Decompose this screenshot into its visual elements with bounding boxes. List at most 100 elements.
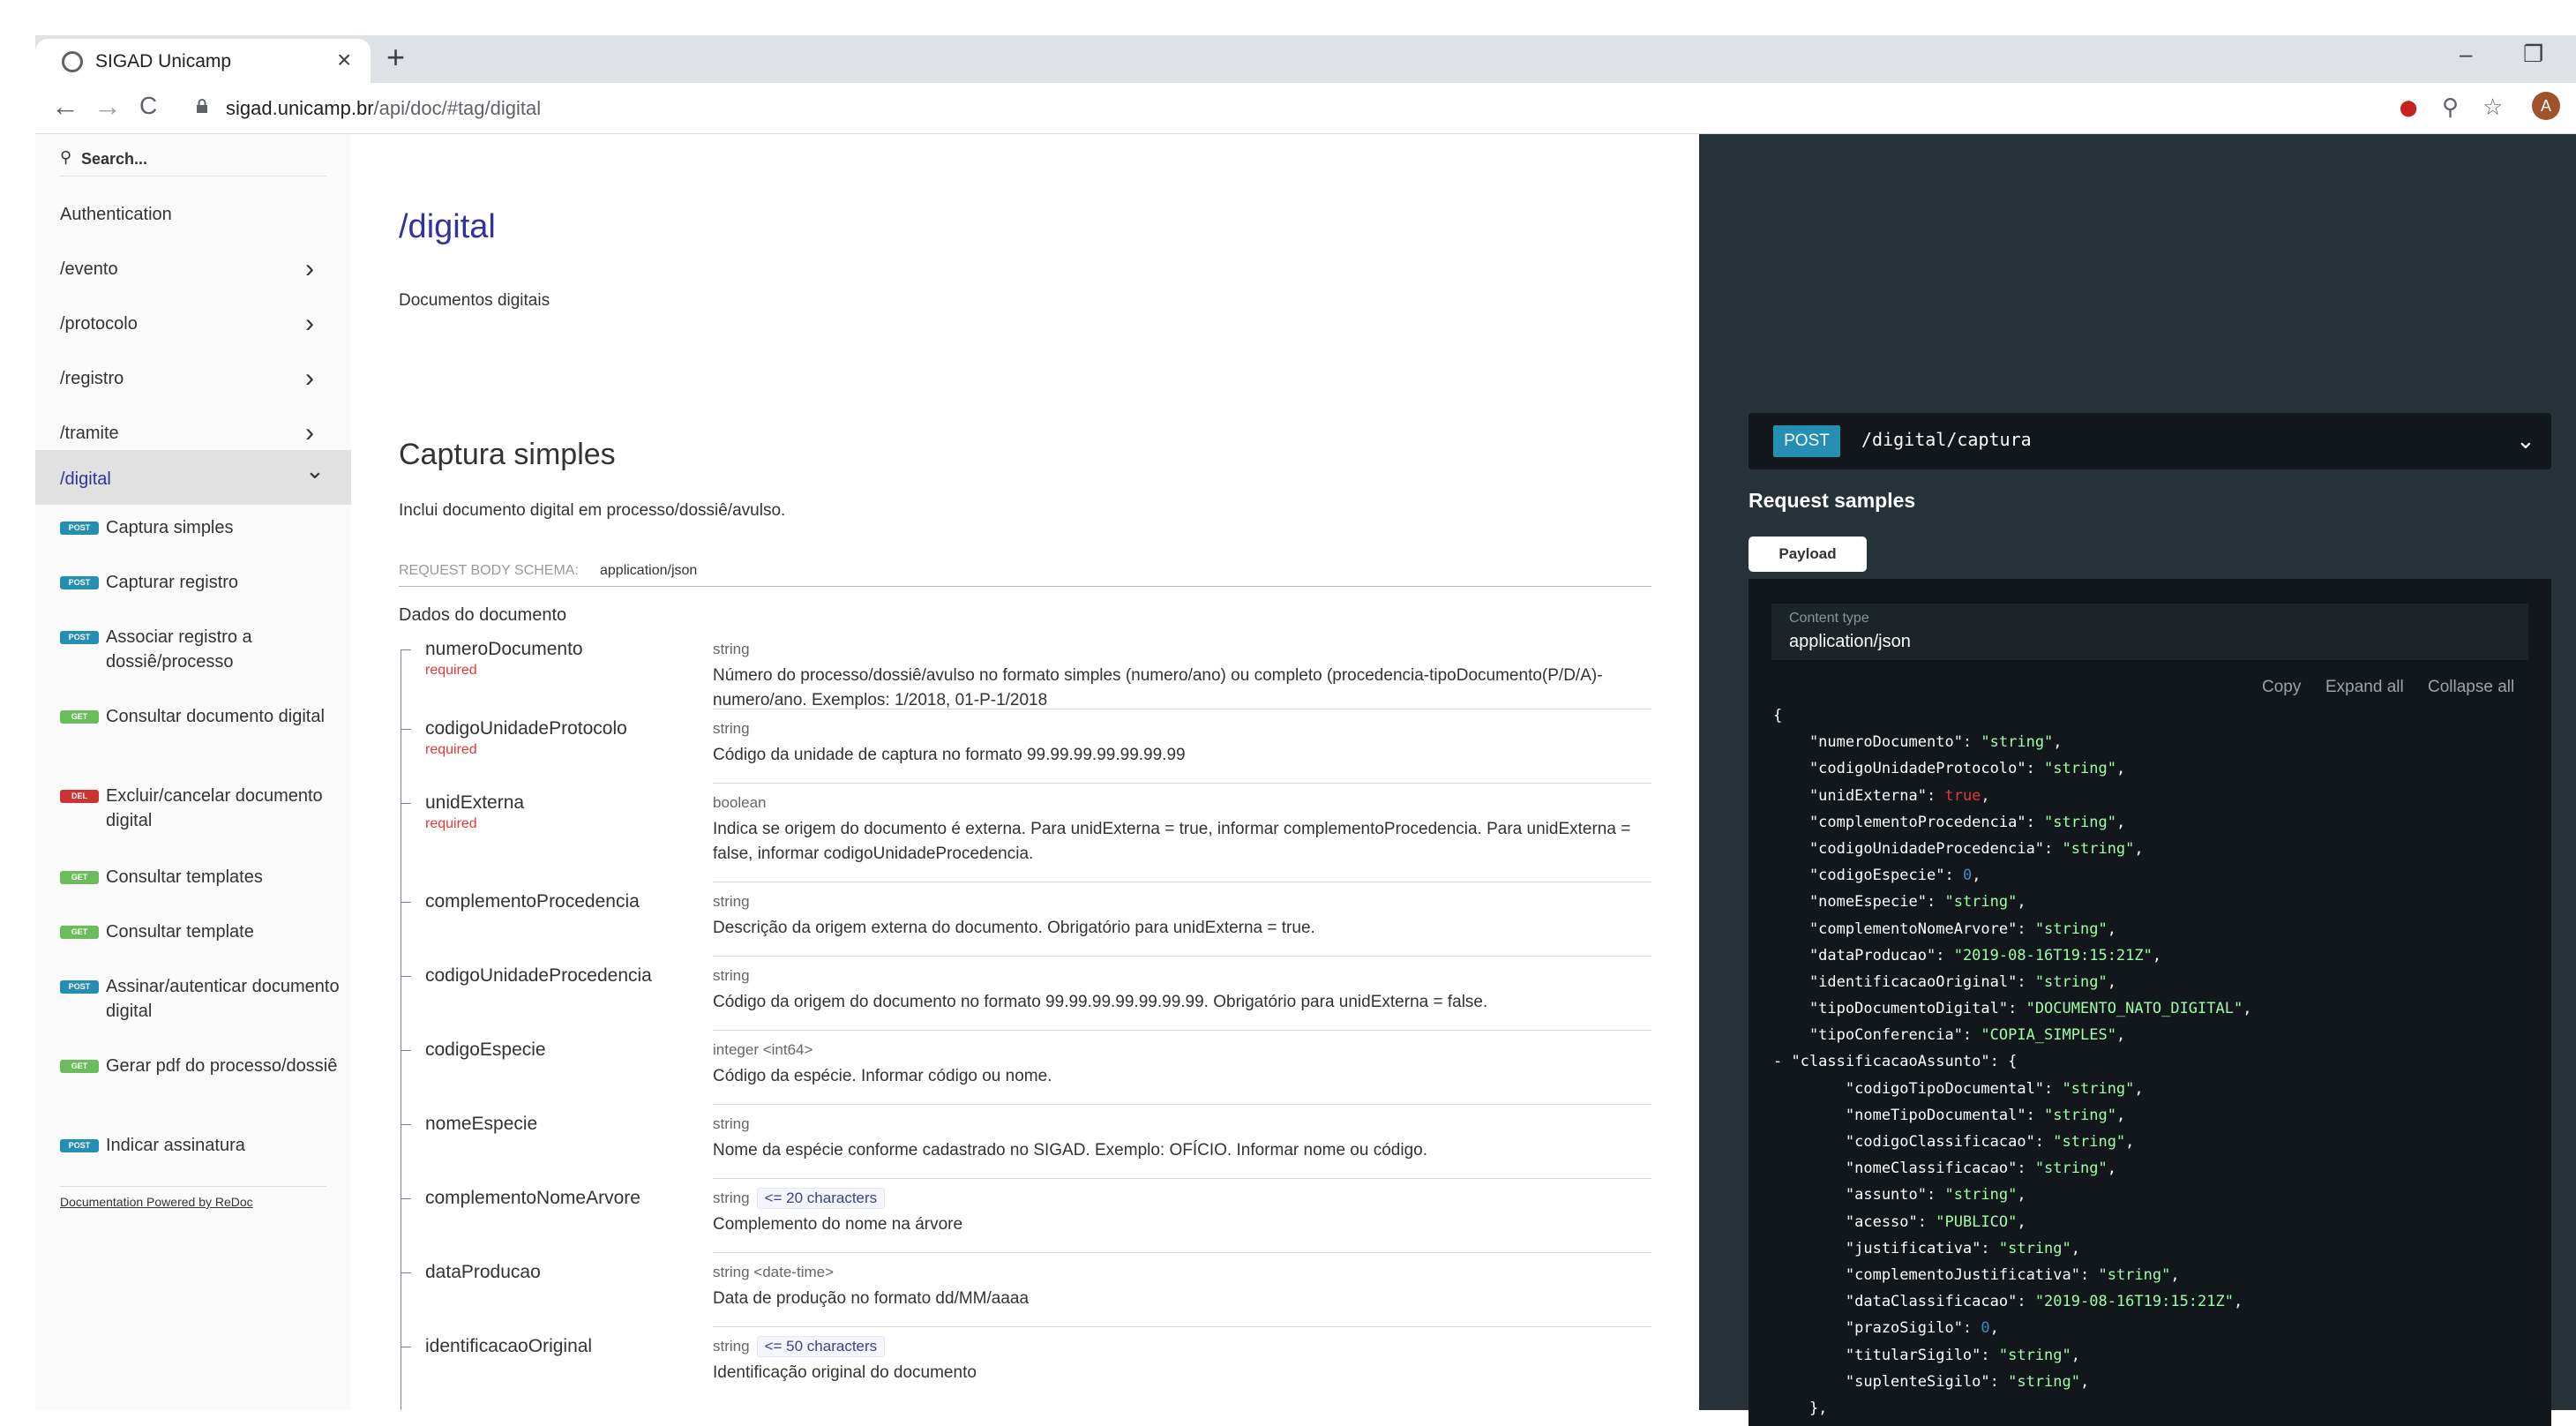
search-icon: ⚲ — [60, 148, 72, 166]
code-line: "assunto": "string", — [1773, 1182, 2532, 1208]
code-value: "string" — [2044, 760, 2116, 778]
sidebar-op-consultar-template[interactable]: GET Consultar template — [35, 918, 351, 967]
field-description: Indica se origem do documento é externa.… — [713, 820, 1631, 863]
field-description: Nome da espécie conforme cadastrado no S… — [713, 1141, 1427, 1160]
code-line: { — [1773, 702, 2532, 729]
tree-connector — [399, 1179, 413, 1253]
extension-icon[interactable]: ⬤ — [2400, 99, 2417, 117]
field-description: Número do processo/dossiê/avulso no form… — [713, 666, 1603, 709]
minimize-button[interactable]: – — [2460, 41, 2472, 68]
sidebar-item-evento[interactable]: /evento › — [35, 242, 351, 296]
code-punct: , — [2134, 839, 2144, 858]
section-description: Documentos digitais — [399, 291, 550, 310]
sidebar-op-label: Gerar pdf do processo/dossiê — [106, 1056, 338, 1076]
post-badge: POST — [60, 980, 99, 994]
code-value: "COPIA_SIMPLES" — [1981, 1026, 2116, 1045]
sidebar-op-associar-registro[interactable]: POST Associar registro a dossiê/processo — [35, 623, 351, 697]
expand-all-button[interactable]: Expand all — [2325, 678, 2404, 697]
code-value: "string" — [2008, 1372, 2080, 1391]
search-input[interactable]: ⚲ Search... — [60, 141, 326, 176]
sidebar-op-label: Assinar/autenticar documento digital — [106, 977, 340, 1021]
code-value: "string" — [2034, 972, 2108, 991]
field-row: unidExterna required boolean Indica se o… — [399, 784, 1651, 882]
avatar[interactable]: A — [2532, 92, 2560, 120]
sidebar-item-digital[interactable]: /digital ⌄ — [35, 450, 351, 505]
code-key: "identificacaoOriginal": — [1773, 972, 2035, 991]
sidebar-op-consultar-templates[interactable]: GET Consultar templates — [35, 863, 351, 912]
sidebar-item-label: Authentication — [60, 205, 172, 224]
post-badge: POST — [1773, 425, 1840, 457]
code-punct: , — [1981, 786, 1990, 805]
field-description: Descrição da origem externa do documento… — [713, 919, 1315, 937]
field-row: dataProducao string <date-time> Data de … — [399, 1253, 1651, 1327]
constraint-badge: <= 50 characters — [756, 1336, 886, 1357]
browser-tab[interactable]: SIGAD Unicamp × — [35, 39, 371, 83]
content-type-box: Content type application/json — [1771, 604, 2528, 660]
code-key: "complementoNomeArvore": — [1773, 919, 2035, 938]
code-line: "codigoClassificacao": "string", — [1773, 1129, 2532, 1155]
sidebar-item-protocolo[interactable]: /protocolo › — [35, 296, 351, 351]
code-value: "string" — [1981, 733, 2054, 752]
code-punct: , — [2071, 1346, 2081, 1364]
code-line: "suplenteSigilo": "string", — [1773, 1369, 2532, 1395]
zoom-icon[interactable]: ⚲ — [2442, 94, 2459, 121]
code-line: }, — [1773, 1395, 2532, 1422]
code-line: "numeroDocumento": "string", — [1773, 729, 2532, 755]
close-tab-icon[interactable]: × — [337, 46, 351, 74]
post-badge: POST — [60, 631, 99, 644]
sidebar-item-registro[interactable]: /registro › — [35, 351, 351, 406]
tree-connector — [399, 1253, 413, 1327]
restore-button[interactable]: ❐ — [2523, 41, 2543, 68]
code-key: "justificativa": — [1773, 1239, 1999, 1257]
code-value: "string" — [1944, 1186, 2018, 1205]
code-value: "string" — [2034, 919, 2108, 938]
sidebar-op-capturar-registro[interactable]: POST Capturar registro — [35, 568, 351, 618]
copy-button[interactable]: Copy — [2262, 678, 2301, 697]
endpoint-toggle[interactable]: POST /digital/captura ⌄ — [1749, 413, 2551, 469]
code-key[interactable]: - "classificacaoAssunto": { — [1773, 1053, 2017, 1070]
powered-by-link[interactable]: Documentation Powered by ReDoc — [60, 1195, 253, 1209]
tree-connector — [399, 1327, 413, 1410]
field-name: unidExterna — [425, 792, 525, 813]
code-line: "codigoUnidadeProtocolo": "string", — [1773, 755, 2532, 782]
code-value: "string" — [2053, 1133, 2126, 1151]
field-type: integer <int64> — [713, 1041, 813, 1058]
sidebar-item-label: /digital — [60, 469, 111, 489]
sidebar-op-assinar-documento[interactable]: POST Assinar/autenticar documento digita… — [35, 972, 351, 1047]
star-icon[interactable]: ☆ — [2482, 94, 2503, 121]
field-name: numeroDocumento — [425, 639, 583, 659]
code-punct: , — [2071, 1239, 2081, 1257]
sidebar-op-indicar-assinatura[interactable]: POST Indicar assinatura — [35, 1131, 351, 1181]
payload-tab[interactable]: Payload — [1749, 537, 1867, 572]
code-key: "complementoProcedencia": — [1773, 813, 2045, 831]
field-row: identificacaoOriginal string <= 50 charac… — [399, 1327, 1651, 1410]
sidebar-op-excluir-documento[interactable]: DEL Excluir/cancelar documento digital — [35, 782, 351, 856]
sidebar-divider — [60, 1186, 326, 1187]
code-key: "codigoClassificacao": — [1773, 1133, 2054, 1151]
sidebar-op-captura-simples[interactable]: POST Captura simples — [35, 514, 351, 563]
code-punct: , — [2115, 1026, 2126, 1045]
code-line: "nomeTipoDocumental": "string", — [1773, 1102, 2532, 1129]
field-type: string <date-time> — [713, 1264, 835, 1280]
code-line: "nomeEspecie": "string", — [1773, 889, 2532, 915]
sidebar-op-gerar-pdf[interactable]: GET Gerar pdf do processo/dossiê — [35, 1052, 351, 1126]
sidebar-item-authentication[interactable]: Authentication — [35, 187, 351, 242]
address-bar[interactable]: sigad.unicamp.br/api/doc/#tag/digital — [226, 97, 541, 120]
field-description: Código da unidade de captura no formato … — [713, 746, 1186, 764]
json-sample: { "numeroDocumento": "string", "codigoUn… — [1773, 702, 2532, 1422]
forward-icon[interactable]: → — [94, 90, 122, 123]
code-key: "numeroDocumento": — [1773, 733, 1981, 752]
sidebar-op-consultar-documento[interactable]: GET Consultar documento digital — [35, 702, 351, 777]
reload-icon[interactable]: C — [139, 92, 157, 120]
get-badge: GET — [60, 710, 99, 724]
schema-label: REQUEST BODY SCHEMA: — [399, 563, 579, 578]
tree-connector — [399, 1105, 413, 1179]
field-name: complementoNomeArvore — [425, 1188, 640, 1208]
tab-strip: SIGAD Unicamp × + – ❐ — [35, 35, 2576, 83]
new-tab-button[interactable]: + — [386, 39, 405, 76]
required-label: required — [425, 816, 477, 831]
code-value: "string" — [2098, 1265, 2171, 1284]
back-icon[interactable]: ← — [51, 90, 79, 123]
browser-toolbar: ← → C sigad.unicamp.br/api/doc/#tag/digi… — [35, 83, 2576, 134]
collapse-all-button[interactable]: Collapse all — [2428, 678, 2514, 697]
